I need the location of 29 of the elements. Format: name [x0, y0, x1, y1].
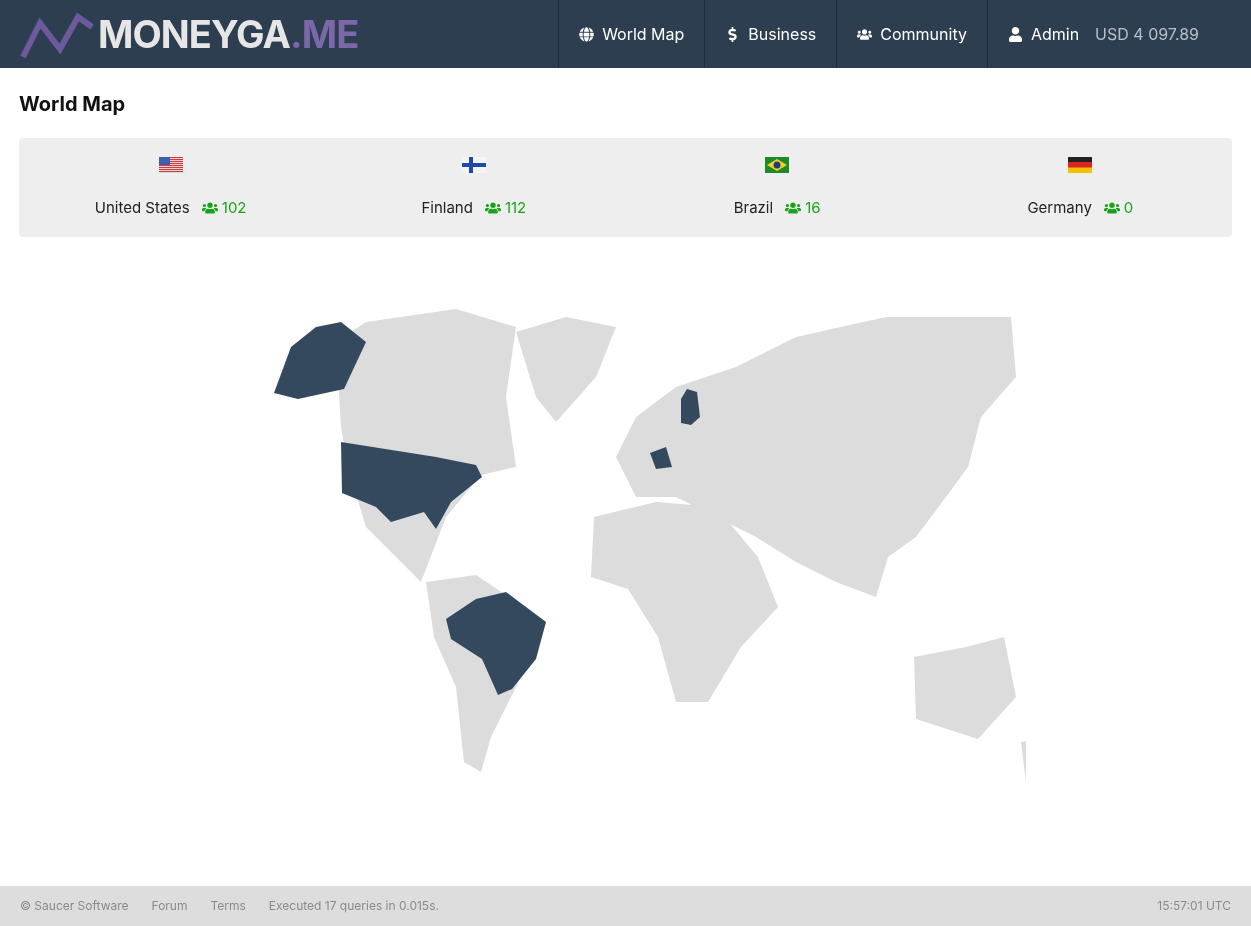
balance-text: USD 4 097.89 — [1094, 23, 1200, 46]
country-name: Brazil — [733, 197, 774, 219]
users-icon — [857, 26, 873, 42]
member-count: 112 — [504, 197, 527, 219]
country-name: Finland — [421, 197, 473, 219]
query-stats-text: Executed 17 queries in 0.015s. — [268, 897, 439, 915]
copyright-text: © Saucer Software — [20, 897, 129, 915]
logo-text: MONEYGA.ME — [98, 15, 359, 53]
server-time-text: 15:57:01 UTC — [1157, 897, 1231, 915]
member-count: 102 — [221, 197, 247, 219]
page-title: World Map — [19, 94, 127, 114]
user-icon — [1007, 26, 1023, 42]
globe-icon — [579, 26, 595, 42]
users-icon — [484, 200, 501, 217]
member-count: 0 — [1123, 197, 1134, 219]
nav-link[interactable]: Community — [836, 0, 987, 68]
country-name: Germany — [1027, 197, 1092, 219]
flag-icon — [158, 157, 183, 173]
users-icon — [201, 200, 218, 217]
nav-link[interactable]: Business — [704, 0, 837, 68]
flag-icon — [765, 157, 790, 173]
users-icon — [1103, 200, 1120, 217]
member-count: 16 — [805, 197, 821, 219]
users-icon — [785, 200, 802, 217]
nav-link[interactable]: World Map — [558, 0, 705, 68]
country-name: United States — [94, 197, 190, 219]
flag-icon — [461, 157, 486, 173]
flag-icon — [1068, 157, 1093, 173]
nav-link[interactable]: Admin — [986, 0, 1090, 68]
